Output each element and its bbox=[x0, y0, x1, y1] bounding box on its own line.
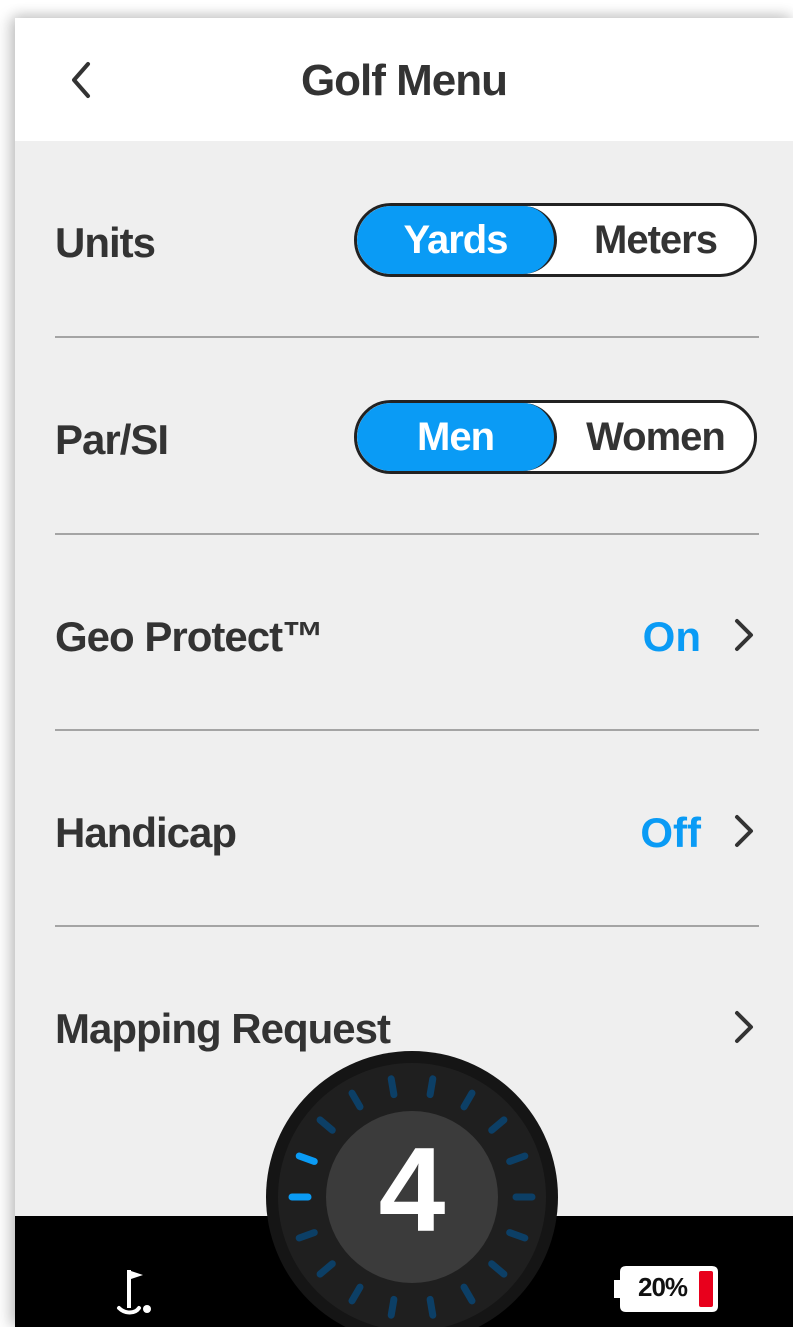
dial-tick bbox=[426, 1295, 437, 1319]
dial-tick bbox=[387, 1295, 398, 1319]
page-title: Golf Menu bbox=[300, 56, 508, 105]
geo-protect-value: On bbox=[642, 613, 701, 660]
handicap-row[interactable]: Handicap Off bbox=[55, 731, 759, 927]
chevron-right-icon bbox=[735, 619, 753, 651]
golf-flag-button[interactable] bbox=[113, 1268, 163, 1318]
chevron-right-icon bbox=[735, 1011, 753, 1043]
par-si-option-women[interactable]: Women bbox=[557, 403, 754, 471]
units-option-meters[interactable]: Meters bbox=[557, 206, 754, 274]
geo-protect-label: Geo Protect™ bbox=[55, 613, 324, 660]
battery-percent: 20% bbox=[638, 1272, 688, 1302]
hole-dial[interactable]: 4 bbox=[263, 1048, 561, 1327]
golf-menu-screen: Golf Menu Units Yards Meters Par/SI Men … bbox=[15, 18, 793, 1327]
battery-indicator: 20% bbox=[612, 1262, 722, 1316]
par-si-option-men[interactable]: Men bbox=[357, 403, 557, 471]
units-label: Units bbox=[55, 219, 156, 266]
par-si-row: Par/SI Men Women bbox=[55, 338, 759, 534]
handicap-value: Off bbox=[640, 809, 701, 856]
hole-number: 4 bbox=[378, 1123, 446, 1257]
handicap-label: Handicap bbox=[55, 809, 237, 856]
geo-protect-row[interactable]: Geo Protect™ On bbox=[55, 535, 759, 731]
dial-tick bbox=[387, 1075, 398, 1099]
header: Golf Menu bbox=[15, 18, 793, 141]
units-option-yards[interactable]: Yards bbox=[357, 206, 557, 274]
units-row: Units Yards Meters bbox=[55, 141, 759, 337]
dial-tick bbox=[426, 1075, 437, 1099]
par-si-toggle[interactable]: Men Women bbox=[354, 400, 757, 474]
golf-flag-icon bbox=[117, 1270, 151, 1315]
chevron-right-icon bbox=[735, 815, 753, 847]
mapping-request-label: Mapping Request bbox=[55, 1005, 391, 1052]
par-si-label: Par/SI bbox=[55, 416, 169, 463]
units-toggle[interactable]: Yards Meters bbox=[354, 203, 757, 277]
